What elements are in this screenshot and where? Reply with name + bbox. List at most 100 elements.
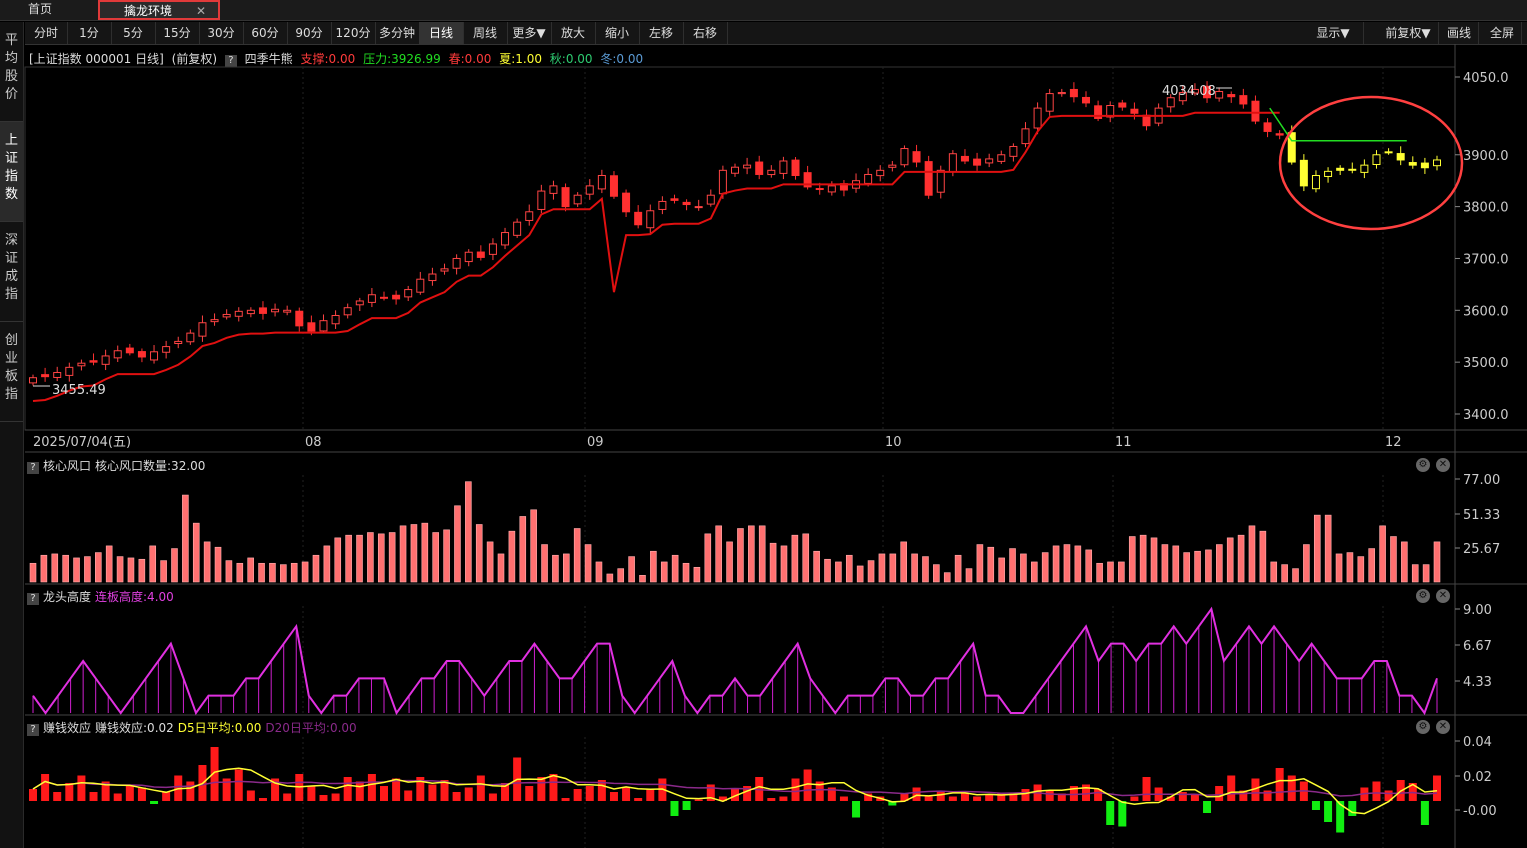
money-bar bbox=[779, 796, 788, 801]
money-bar bbox=[1348, 801, 1357, 816]
wind-bar bbox=[334, 537, 342, 583]
money-bar bbox=[283, 793, 292, 801]
candle-body bbox=[174, 340, 183, 344]
candle-body bbox=[1299, 159, 1308, 187]
wind-bar bbox=[1118, 561, 1125, 583]
wind-bar bbox=[497, 553, 505, 583]
panel3-axis-label: 0.04 bbox=[1463, 735, 1492, 750]
wind-bar bbox=[878, 553, 886, 583]
close-icon[interactable]: ✕ bbox=[1436, 589, 1450, 603]
wind-bar bbox=[1041, 552, 1049, 583]
close-icon[interactable]: ✕ bbox=[1436, 458, 1450, 472]
candle-body bbox=[1408, 162, 1417, 166]
wind-bar bbox=[29, 562, 37, 583]
money-bar bbox=[476, 775, 485, 801]
candle-body bbox=[29, 377, 37, 384]
money-bar bbox=[1142, 777, 1151, 801]
wind-bar bbox=[1433, 541, 1441, 583]
candle-body bbox=[488, 243, 497, 255]
wind-bar bbox=[171, 548, 178, 583]
wind-bar bbox=[922, 556, 929, 583]
candle-body bbox=[89, 360, 98, 363]
money-bar bbox=[948, 796, 957, 801]
wind-bar bbox=[1150, 537, 1158, 583]
money-bar bbox=[246, 790, 255, 801]
candle-body bbox=[1130, 108, 1139, 114]
money-bar bbox=[1287, 775, 1296, 801]
money-bar bbox=[150, 801, 159, 804]
help-icon[interactable]: ? bbox=[27, 724, 39, 736]
candle-body bbox=[1033, 107, 1042, 129]
candle-body bbox=[258, 307, 267, 314]
wind-bar bbox=[356, 534, 363, 583]
panel-value: 连板高度:4.00 bbox=[95, 590, 174, 604]
money-bar bbox=[682, 801, 691, 810]
candle-body bbox=[355, 300, 364, 306]
candle-body bbox=[501, 232, 510, 246]
money-bar bbox=[404, 790, 413, 801]
panel-title: 赚钱效应 bbox=[43, 721, 92, 735]
wind-bar bbox=[867, 560, 875, 583]
candle-body bbox=[1433, 159, 1441, 167]
candle-body bbox=[1057, 92, 1066, 95]
wind-bar bbox=[573, 528, 581, 583]
wind-bar bbox=[1031, 561, 1038, 583]
wind-bar bbox=[160, 560, 167, 583]
money-bar bbox=[1227, 775, 1236, 801]
candle-body bbox=[622, 192, 631, 213]
wind-bar bbox=[399, 525, 407, 583]
gear-icon[interactable]: ⚙ bbox=[1416, 720, 1430, 734]
wind-bar bbox=[345, 534, 352, 583]
wind-bar bbox=[377, 533, 385, 583]
wind-bar bbox=[1161, 544, 1169, 583]
close-icon[interactable]: ✕ bbox=[1436, 720, 1450, 734]
candle-body bbox=[1021, 128, 1030, 145]
candle-body bbox=[948, 153, 957, 173]
gear-icon[interactable]: ⚙ bbox=[1416, 458, 1430, 472]
help-icon[interactable]: ? bbox=[27, 593, 39, 605]
candle-body bbox=[1227, 94, 1236, 98]
wind-bar bbox=[1324, 514, 1332, 583]
wind-bar bbox=[1368, 548, 1375, 583]
panel3-axis-label: 0.02 bbox=[1463, 770, 1492, 785]
price-tick-label: 3500.0 bbox=[1463, 356, 1509, 371]
money-bar bbox=[1324, 801, 1333, 822]
candle-body bbox=[1348, 168, 1357, 171]
wind-bar bbox=[900, 541, 907, 583]
price-tick-label: 3400.0 bbox=[1463, 408, 1509, 423]
money-bar bbox=[791, 778, 800, 801]
wind-bar bbox=[552, 554, 559, 583]
help-icon[interactable]: ? bbox=[27, 462, 39, 474]
wind-bar bbox=[954, 554, 962, 583]
wind-bar bbox=[62, 554, 69, 583]
wind-bar bbox=[1020, 553, 1027, 583]
wind-bar bbox=[943, 572, 951, 583]
candle-body bbox=[1384, 151, 1393, 154]
candle-body bbox=[1420, 162, 1429, 169]
wind-bar bbox=[889, 553, 897, 583]
price-tick-label: 3900.0 bbox=[1463, 149, 1509, 164]
wind-bar bbox=[1411, 564, 1419, 583]
wind-bar bbox=[519, 516, 527, 583]
panel-header-0: ? 核心风口 核心风口数量:32.00 bbox=[27, 457, 209, 474]
money-bar bbox=[186, 781, 195, 801]
candle-body bbox=[1239, 95, 1248, 105]
wind-bar bbox=[595, 561, 603, 583]
month-tick-label: 10 bbox=[885, 435, 902, 450]
candle-body bbox=[162, 346, 171, 353]
wind-bar bbox=[628, 556, 635, 583]
candle-body bbox=[1336, 167, 1345, 171]
wind-bar bbox=[465, 481, 472, 583]
candle-body bbox=[367, 294, 376, 303]
money-bar bbox=[839, 796, 848, 801]
candle-body bbox=[1082, 96, 1090, 104]
wind-bar bbox=[1226, 537, 1234, 583]
gear-icon[interactable]: ⚙ bbox=[1416, 589, 1430, 603]
money-bar bbox=[561, 798, 570, 801]
wind-bar bbox=[606, 573, 614, 583]
wind-bar bbox=[1313, 514, 1321, 583]
wind-bar bbox=[1248, 525, 1256, 583]
candle-body bbox=[791, 159, 800, 177]
candle-body bbox=[1215, 91, 1224, 99]
wind-bar bbox=[443, 529, 450, 583]
